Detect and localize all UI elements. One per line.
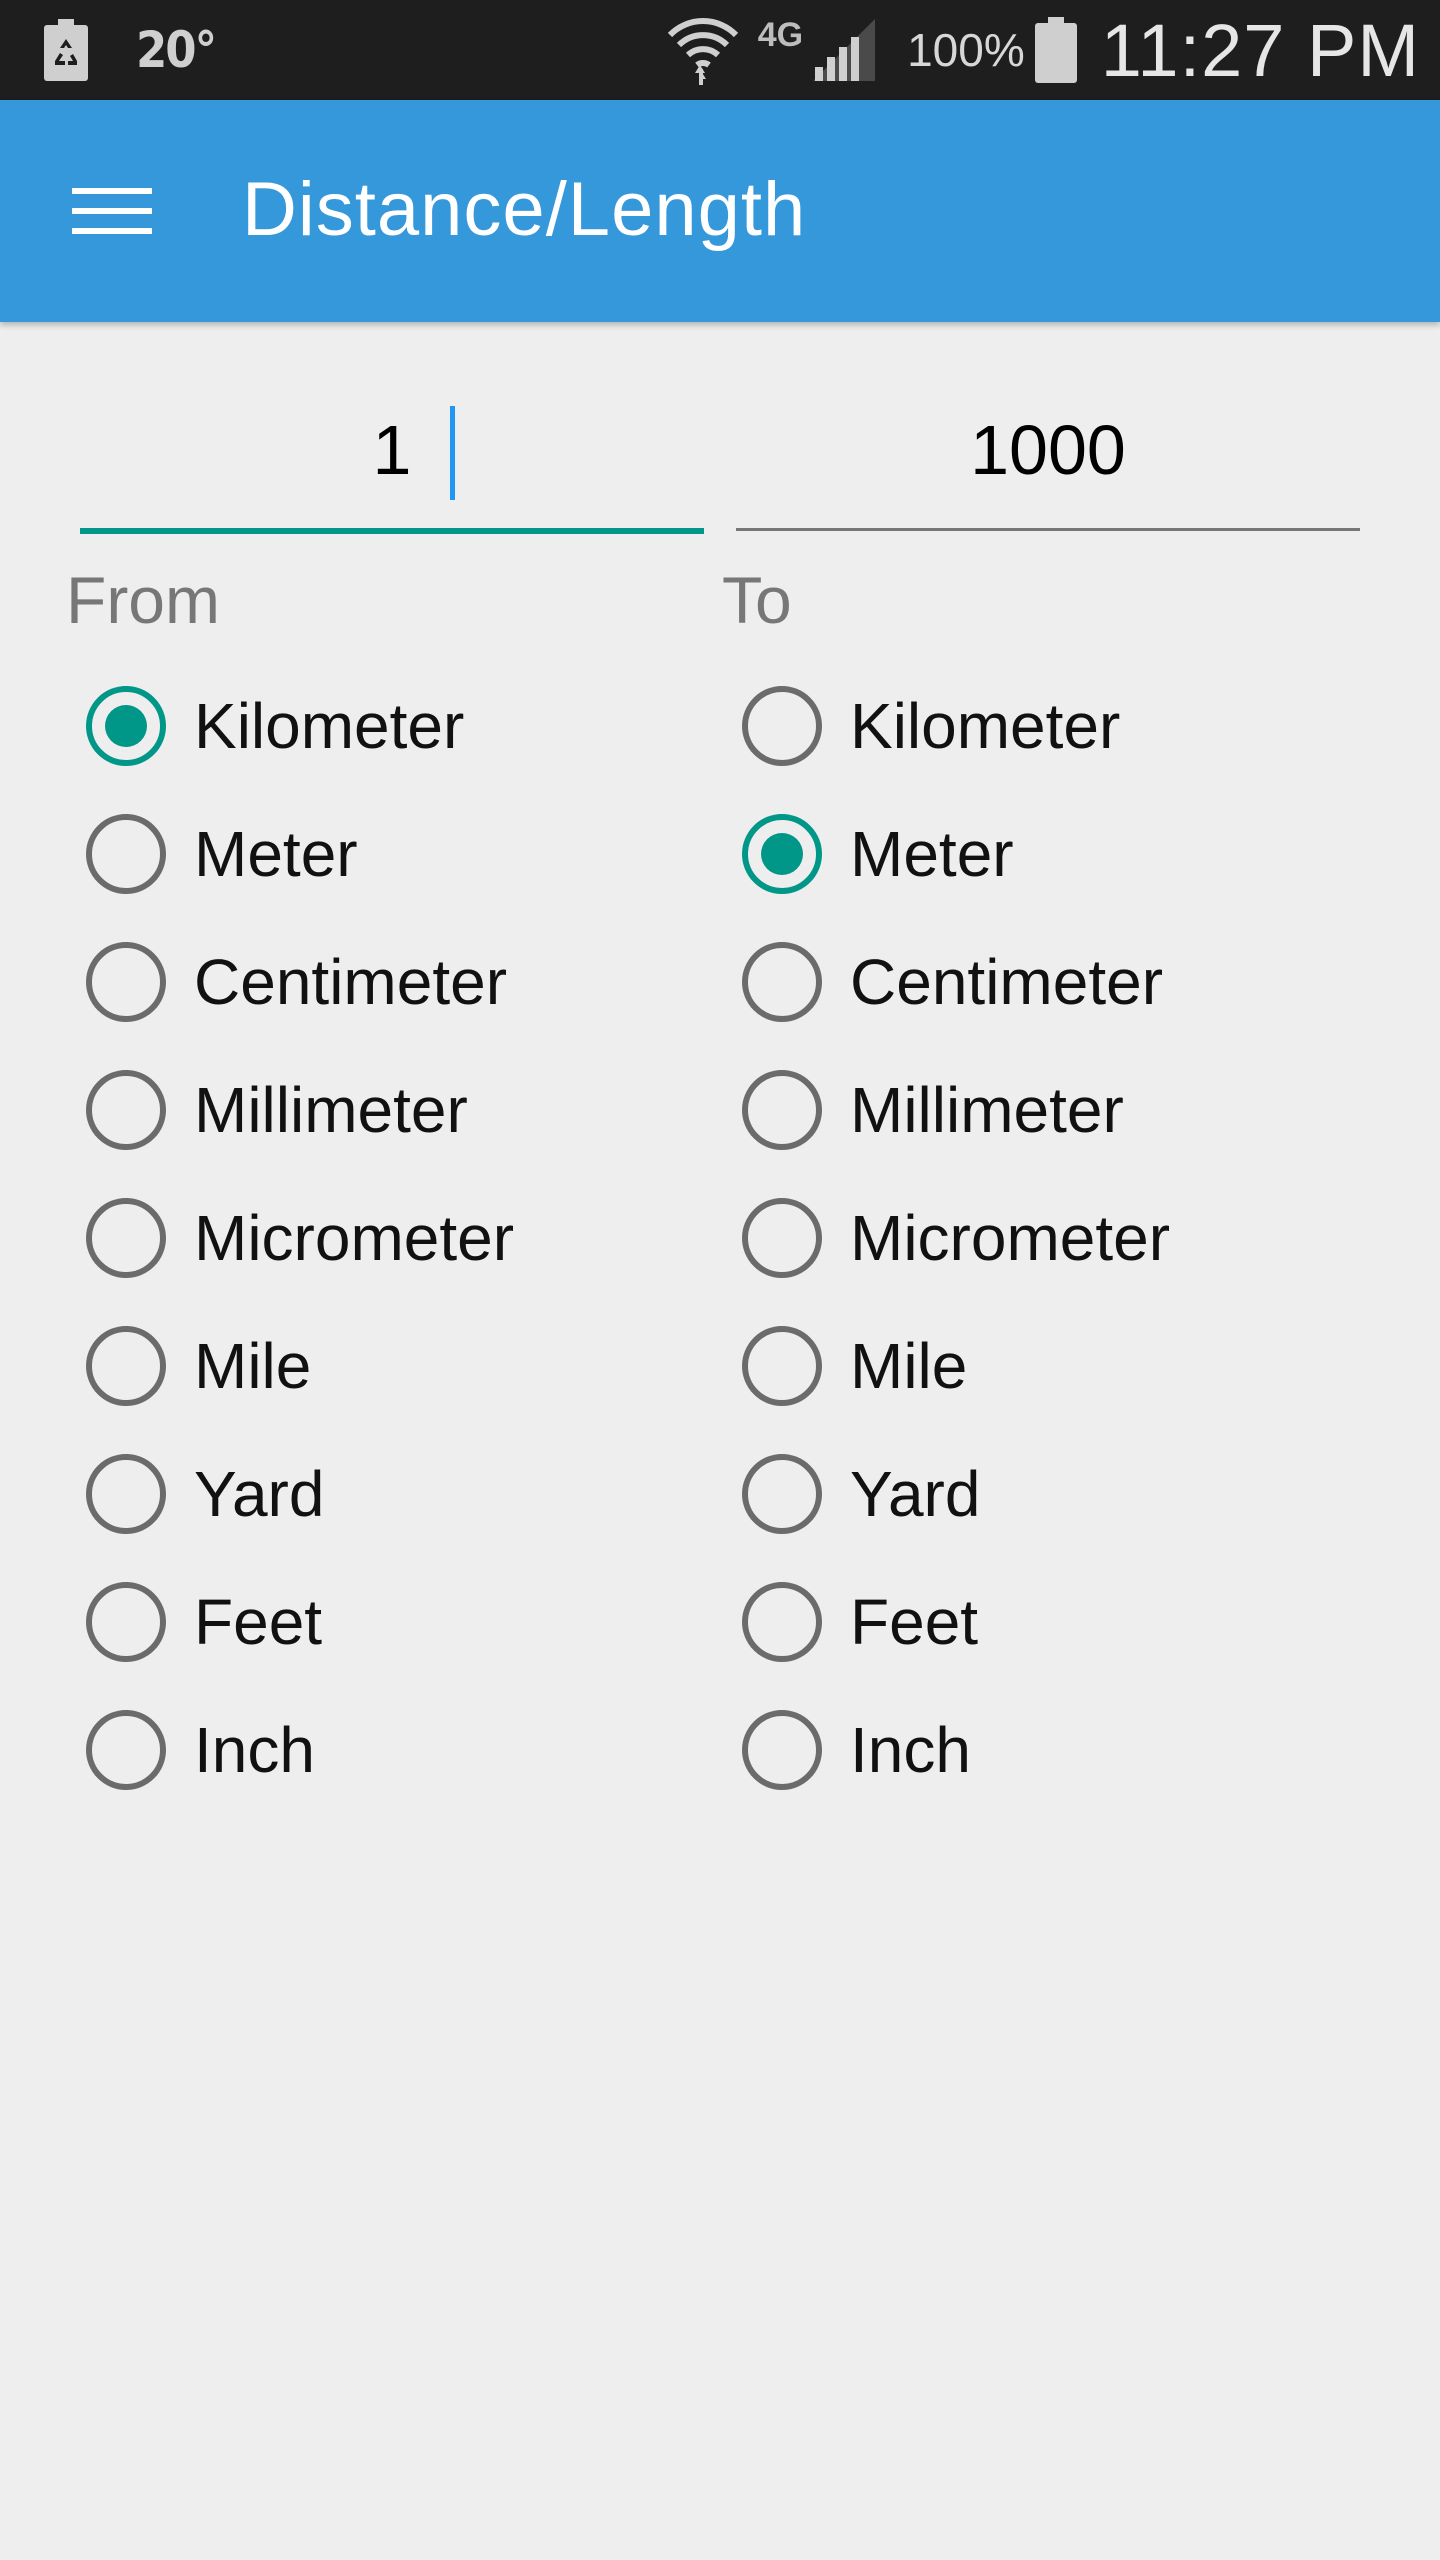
status-bar: 20° 4G 100% 11:27 PM [0, 0, 1440, 100]
radio-button-icon[interactable] [742, 942, 822, 1022]
radio-button-icon[interactable] [86, 814, 166, 894]
to-label: To [722, 563, 792, 637]
battery-icon [1034, 17, 1077, 83]
from-unit-group: Kilometer Meter Centimeter Millimeter Mi… [86, 662, 726, 1814]
to-unit-yard[interactable]: Yard [742, 1430, 1382, 1558]
from-unit-kilometer[interactable]: Kilometer [86, 662, 726, 790]
to-unit-mile[interactable]: Mile [742, 1302, 1382, 1430]
from-unit-meter[interactable]: Meter [86, 790, 726, 918]
radio-button-icon[interactable] [86, 1070, 166, 1150]
radio-button-icon[interactable] [86, 1326, 166, 1406]
to-unit-group: Kilometer Meter Centimeter Millimeter Mi… [742, 662, 1382, 1814]
unit-label: Feet [850, 1586, 979, 1658]
unit-label: Mile [194, 1330, 312, 1402]
battery-percent-text: 100% [907, 24, 1025, 76]
hamburger-menu-icon [72, 188, 152, 234]
radio-button-icon[interactable] [742, 1326, 822, 1406]
unit-label: Centimeter [194, 946, 507, 1018]
unit-label: Inch [850, 1714, 971, 1786]
unit-label: Meter [850, 818, 1014, 890]
radio-button-icon[interactable] [86, 1198, 166, 1278]
radio-button-icon[interactable] [742, 1070, 822, 1150]
from-unit-centimeter[interactable]: Centimeter [86, 918, 726, 1046]
from-value-field[interactable] [80, 390, 704, 534]
radio-button-icon[interactable] [742, 1710, 822, 1790]
status-left: 20° [44, 14, 217, 86]
radio-button-icon[interactable] [742, 1198, 822, 1278]
unit-label: Kilometer [850, 690, 1121, 762]
to-unit-inch[interactable]: Inch [742, 1686, 1382, 1814]
from-unit-micrometer[interactable]: Micrometer [86, 1174, 726, 1302]
radio-button-icon[interactable] [742, 686, 822, 766]
unit-label: Yard [194, 1458, 325, 1530]
from-unit-millimeter[interactable]: Millimeter [86, 1046, 726, 1174]
from-unit-inch[interactable]: Inch [86, 1686, 726, 1814]
to-value-field[interactable] [736, 390, 1360, 531]
radio-button-icon[interactable] [86, 1710, 166, 1790]
radio-button-icon[interactable] [742, 814, 822, 894]
to-unit-micrometer[interactable]: Micrometer [742, 1174, 1382, 1302]
radio-button-icon[interactable] [86, 686, 166, 766]
to-value-input[interactable] [736, 390, 1360, 510]
unit-label: Yard [850, 1458, 981, 1530]
unit-label: Centimeter [850, 946, 1163, 1018]
to-unit-meter[interactable]: Meter [742, 790, 1382, 918]
to-unit-feet[interactable]: Feet [742, 1558, 1382, 1686]
status-right: 4G 100% 11:27 PM [666, 8, 1420, 92]
from-unit-mile[interactable]: Mile [86, 1302, 726, 1430]
radio-button-icon[interactable] [86, 1582, 166, 1662]
from-unit-feet[interactable]: Feet [86, 1558, 726, 1686]
unit-label: Meter [194, 818, 358, 890]
radio-button-icon[interactable] [86, 942, 166, 1022]
clock-text: 11:27 PM [1100, 8, 1420, 92]
page-title: Distance/Length [242, 167, 807, 252]
radio-button-icon[interactable] [742, 1582, 822, 1662]
from-unit-yard[interactable]: Yard [86, 1430, 726, 1558]
unit-label: Micrometer [850, 1202, 1171, 1274]
from-label: From [66, 563, 220, 637]
radio-button-icon[interactable] [86, 1454, 166, 1534]
unit-label: Millimeter [194, 1074, 468, 1146]
to-unit-centimeter[interactable]: Centimeter [742, 918, 1382, 1046]
unit-label: Millimeter [850, 1074, 1124, 1146]
signal-icon [813, 19, 876, 81]
network-type-text: 4G [757, 15, 804, 54]
menu-button[interactable] [56, 166, 166, 256]
from-value-input[interactable] [80, 390, 704, 510]
to-unit-millimeter[interactable]: Millimeter [742, 1046, 1382, 1174]
unit-label: Inch [194, 1714, 315, 1786]
radio-button-icon[interactable] [742, 1454, 822, 1534]
to-unit-kilometer[interactable]: Kilometer [742, 662, 1382, 790]
temperature-text: 20° [136, 21, 217, 79]
unit-label: Kilometer [194, 690, 465, 762]
unit-label: Mile [850, 1330, 968, 1402]
wifi-icon [667, 18, 738, 85]
app-bar: Distance/Length [0, 100, 1440, 322]
unit-label: Micrometer [194, 1202, 515, 1274]
unit-label: Feet [194, 1586, 323, 1658]
text-cursor [450, 406, 455, 500]
battery-saver-icon [44, 19, 88, 81]
